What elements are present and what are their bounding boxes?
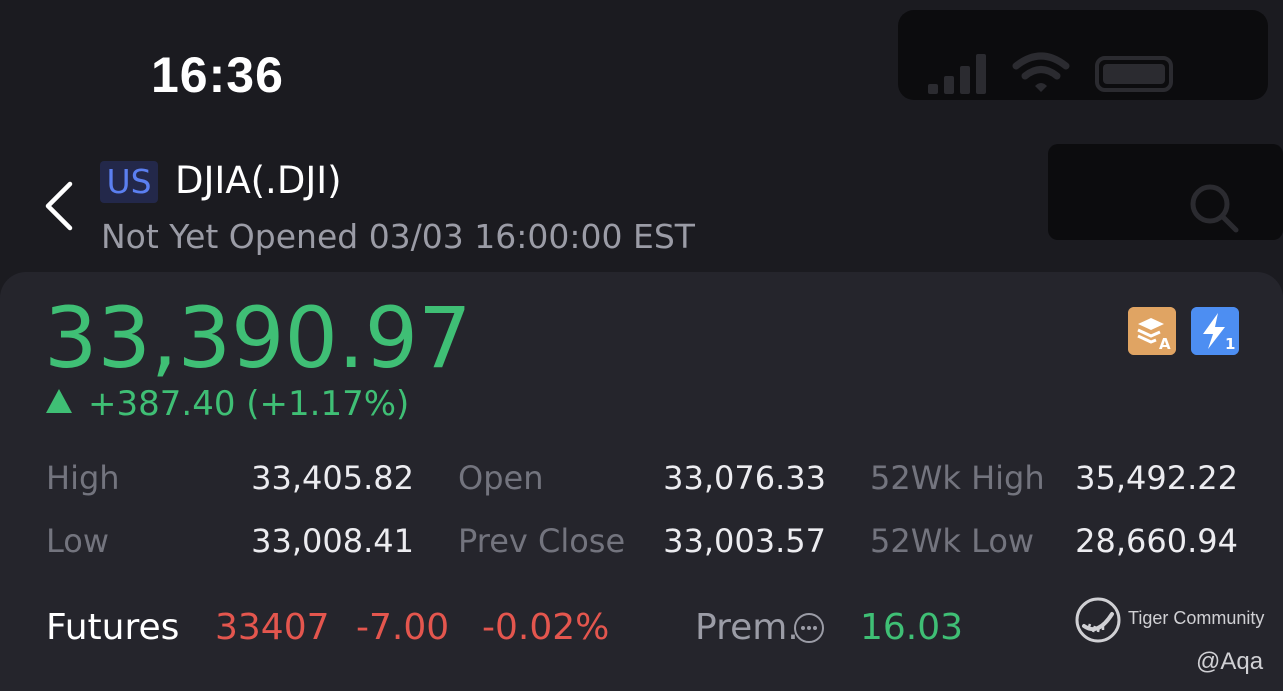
last-price: 33,390.97 [44,289,472,387]
wifi-icon [1012,52,1070,92]
svg-text:A: A [1159,335,1171,353]
status-time: 16:36 [151,47,284,103]
stat-value-high: 33,405.82 [251,459,414,497]
stat-label-open: Open [458,459,544,497]
back-icon[interactable] [38,178,82,234]
stat-value-52wk-high: 35,492.22 [1075,459,1238,497]
ticker-title: DJIA(.DJI) [175,159,342,202]
market-badge: US [100,161,158,203]
futures-change-pct: -0.02% [482,607,610,648]
watermark-brand: Tiger Community [1128,608,1265,628]
layers-a-icon[interactable]: A [1128,307,1176,355]
price-change-row: +387.40 (+1.17%) [44,380,409,428]
price-change-pct: (+1.17%) [246,384,410,424]
market-status: Not Yet Opened 03/03 16:00:00 EST [101,217,695,256]
svg-text:1: 1 [1225,335,1235,353]
more-info-icon[interactable] [794,613,824,643]
stat-label-52wk-high: 52Wk High [870,459,1045,497]
premium-value: 16.03 [860,607,964,648]
search-redaction [1048,144,1283,240]
futures-price: 33407 [215,607,330,648]
cellular-signal-icon [928,52,992,94]
futures-change: -7.00 [356,607,450,648]
stat-value-open: 33,076.33 [663,459,826,497]
battery-icon [1095,56,1173,92]
stat-value-prev-close: 33,003.57 [663,522,826,560]
stat-value-low: 33,008.41 [251,522,414,560]
stat-value-52wk-low: 28,660.94 [1075,522,1238,560]
stat-label-high: High [46,459,120,497]
futures-label: Futures [46,607,180,648]
price-change: +387.40 [88,384,236,424]
stock-detail-screen: 16:36 US DJIA(.DJI) Not Yet Opened 03/03… [0,0,1283,691]
stat-label-low: Low [46,522,110,560]
up-arrow-icon [46,389,72,413]
premium-label: Prem. [695,607,799,648]
stat-label-prev-close: Prev Close [458,522,626,560]
watermark-user: @Aqa [1196,648,1264,675]
flash-1-icon[interactable]: 1 [1191,307,1239,355]
stat-label-52wk-low: 52Wk Low [870,522,1035,560]
search-icon[interactable] [1186,180,1242,236]
tiger-community-logo-icon [1075,597,1121,643]
